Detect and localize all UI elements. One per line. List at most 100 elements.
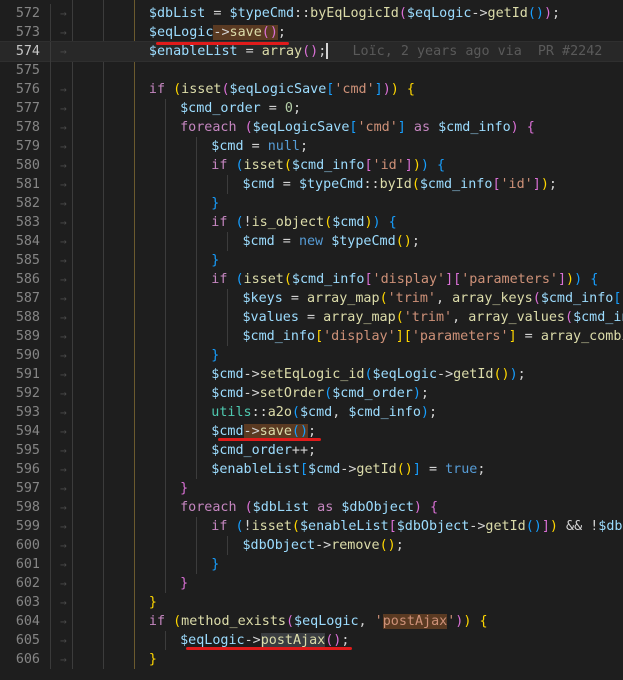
line-number: 605 [15, 633, 40, 648]
code-text[interactable]: $cmd_order = 0; [180, 99, 623, 118]
code-line[interactable]: 572 → $dbList = $typeCmd::byEqLogicId($eqL… [0, 4, 623, 23]
code-text[interactable]: } [211, 251, 623, 270]
code-line[interactable]: 579 → $cmd = null; [0, 137, 623, 156]
code-token: -> [469, 519, 486, 534]
code-token: [ [388, 519, 397, 534]
code-text[interactable]: $cmd->setEqLogic_id($eqLogic->getId()); [211, 365, 623, 384]
code-text[interactable]: $cmd_info['display']['parameters'] = arr… [243, 327, 623, 346]
code-text[interactable]: $cmd = $typeCmd::byId($cmd_info['id']); [243, 175, 623, 194]
code-line[interactable]: 580 → if (isset($cmd_info['id'])) { [0, 156, 623, 175]
code-text[interactable]: } [149, 593, 623, 612]
code-line[interactable]: 606 →} [0, 650, 623, 669]
code-token: array [261, 44, 303, 59]
code-line[interactable]: 583 → if (!is_object($cmd)) { [0, 213, 623, 232]
gutter-divider [50, 384, 51, 403]
code-line[interactable]: 584 → $cmd = new $typeCmd(); [0, 232, 623, 251]
code-text[interactable]: } [211, 346, 623, 365]
annotation-underline [186, 647, 352, 650]
code-token: ( [532, 291, 541, 306]
code-text[interactable]: $cmd = null; [211, 137, 623, 156]
code-line[interactable]: 585 →} [0, 251, 623, 270]
code-token: ) [420, 158, 429, 173]
code-line[interactable]: 598 → foreach ($dbList as $dbObject) { [0, 498, 623, 517]
code-line[interactable]: 599 → if (!isset($enableList[$dbObject->ge… [0, 517, 623, 536]
code-text[interactable]: if (method_exists($eqLogic, 'postAjax'))… [149, 612, 623, 631]
code-token: $dbObject [341, 500, 414, 515]
code-line[interactable]: 591 → $cmd->setEqLogic_id($eqLogic->getId(… [0, 365, 623, 384]
code-token: ; [552, 6, 561, 21]
code-token: 'trim' [403, 310, 453, 325]
code-text[interactable]: $cmd_order++; [211, 441, 623, 460]
code-line[interactable]: 586 → if (isset($cmd_info['display']['para… [0, 270, 623, 289]
code-line[interactable]: 582 →} [0, 194, 623, 213]
code-text[interactable]: $dbList = $typeCmd::byEqLogicId($eqLogic… [149, 4, 623, 23]
code-token: foreach [180, 500, 237, 515]
code-text[interactable]: $values = array_map('trim', array_values… [243, 308, 623, 327]
code-text[interactable]: } [211, 194, 623, 213]
code-token: () [396, 462, 413, 477]
code-text[interactable]: $eqLogic->save(); [149, 23, 623, 42]
code-line[interactable]: 600 → $dbObject->remove(); [0, 536, 623, 555]
code-text[interactable]: if (isset($cmd_info['display']['paramete… [211, 270, 623, 289]
code-line[interactable]: 589 → $cmd_info['display']['parameters'] =… [0, 327, 623, 346]
code-token: ( [235, 215, 244, 230]
code-token: -> [244, 633, 261, 648]
gutter-divider [50, 460, 51, 479]
code-token: () [379, 538, 396, 553]
line-number: 589 [15, 329, 40, 344]
code-editor[interactable]: 572 → $dbList = $typeCmd::byEqLogicId($eqL… [0, 0, 623, 680]
code-line[interactable]: 576 → if (isset($eqLogicSave['cmd'])) { [0, 80, 623, 99]
code-text[interactable]: utils::a2o($cmd, $cmd_info); [211, 403, 623, 422]
code-text[interactable]: $cmd->setOrder($cmd_order); [211, 384, 623, 403]
code-text[interactable]: $keys = array_map('trim', array_keys($cm… [243, 289, 623, 308]
code-text[interactable]: if (isset($cmd_info['id'])) { [211, 156, 623, 175]
code-text[interactable]: if (isset($eqLogicSave['cmd'])) { [149, 80, 623, 99]
code-text[interactable]: if (!isset($enableList[$dbObject->getId(… [211, 517, 623, 536]
code-line[interactable]: 574 → $enableList = array(); Loïc, 2 years… [0, 41, 623, 62]
code-token: $cmd_info [348, 405, 421, 420]
code-token: save [229, 25, 262, 40]
code-line[interactable]: 593 → utils::a2o($cmd, $cmd_info); [0, 403, 623, 422]
code-line[interactable]: 577 → $cmd_order = 0; [0, 99, 623, 118]
code-line[interactable]: 602 →} [0, 574, 623, 593]
code-token: 'id' [372, 158, 405, 173]
code-text[interactable]: $enableList[$cmd->getId()] = true; [211, 460, 623, 479]
code-line[interactable]: 604 → if (method_exists($eqLogic, 'postAja… [0, 612, 623, 631]
code-text[interactable]: foreach ($eqLogicSave['cmd'] as $cmd_inf… [180, 118, 623, 137]
code-token: ) [549, 519, 558, 534]
code-token: 'cmd' [357, 120, 398, 135]
code-line[interactable]: 597 →} [0, 479, 623, 498]
code-token: as [413, 120, 431, 135]
code-text[interactable]: $cmd = new $typeCmd(); [243, 232, 623, 251]
code-line[interactable]: 575 [0, 61, 623, 80]
code-line[interactable]: 595 → $cmd_order++; [0, 441, 623, 460]
code-token: ( [244, 120, 253, 135]
gutter-divider [50, 137, 51, 156]
code-line[interactable]: 588 → $values = array_map('trim', array_va… [0, 308, 623, 327]
code-token: postAjax [382, 614, 448, 629]
code-token: array_values [468, 310, 565, 325]
code-text[interactable]: foreach ($dbList as $dbObject) { [180, 498, 623, 517]
code-text[interactable]: } [180, 574, 623, 593]
code-text[interactable]: } [180, 479, 623, 498]
code-line[interactable]: 578 → foreach ($eqLogicSave['cmd'] as $cmd… [0, 118, 623, 137]
code-token: ( [173, 614, 182, 629]
code-token: ( [291, 405, 300, 420]
code-token: () [291, 424, 309, 439]
code-token: ) [364, 215, 373, 230]
code-line[interactable]: 603 →} [0, 593, 623, 612]
code-line[interactable]: 590 →} [0, 346, 623, 365]
code-text[interactable]: } [211, 555, 623, 574]
code-token: [ [492, 177, 501, 192]
whitespace-arrow-icon: → [60, 368, 67, 381]
code-text[interactable]: if (!is_object($cmd)) { [211, 213, 623, 232]
code-text[interactable]: $dbObject->remove(); [243, 536, 623, 555]
code-line[interactable]: 573 → $eqLogic->save(); [0, 23, 623, 42]
code-line[interactable]: 596 → $enableList[$cmd->getId()] = true; [0, 460, 623, 479]
code-line[interactable]: 592 → $cmd->setOrder($cmd_order); [0, 384, 623, 403]
code-text[interactable]: } [149, 650, 623, 669]
code-line[interactable]: 581 → $cmd = $typeCmd::byId($cmd_info['id'… [0, 175, 623, 194]
code-line[interactable]: 601 →} [0, 555, 623, 574]
code-line[interactable]: 587 → $keys = array_map('trim', array_keys… [0, 289, 623, 308]
